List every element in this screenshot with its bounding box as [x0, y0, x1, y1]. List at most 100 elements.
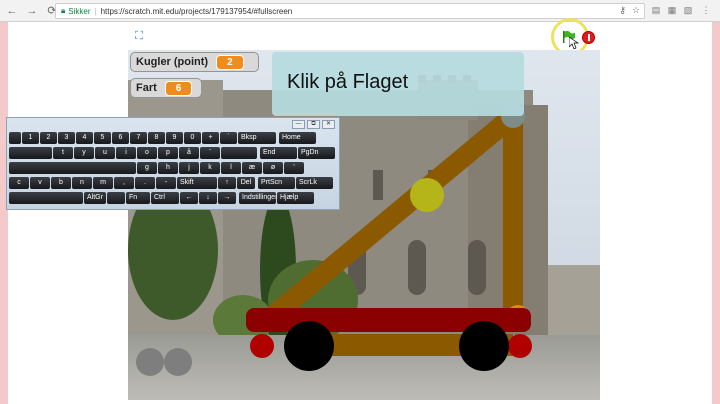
key-t[interactable]: t	[53, 147, 73, 159]
key-indstillinger[interactable]: Indstillinger	[239, 192, 276, 204]
mouse-cursor-icon	[569, 37, 579, 49]
key-symbol[interactable]: .	[135, 177, 155, 189]
key-m[interactable]: m	[93, 177, 113, 189]
key-symbol[interactable]: ↑	[218, 177, 236, 189]
key-symbol[interactable]: +	[202, 132, 219, 144]
control-button-right[interactable]	[164, 348, 192, 376]
key-n[interactable]: n	[72, 177, 92, 189]
key-pgdn[interactable]: PgDn	[298, 147, 335, 159]
right-wall	[548, 265, 600, 340]
variable-value: 2	[216, 54, 244, 70]
cart-bumper	[508, 334, 532, 358]
secure-label: Sikker	[68, 6, 91, 16]
key-j[interactable]: j	[179, 162, 199, 174]
key-c[interactable]: c	[9, 177, 29, 189]
key-bksp[interactable]: Bksp	[238, 132, 276, 144]
key-home[interactable]: Home	[279, 132, 316, 144]
key-g[interactable]: g	[137, 162, 157, 174]
url-text[interactable]: https://scratch.mit.edu/projects/1791379…	[101, 7, 293, 16]
close-button[interactable]: ✕	[322, 120, 335, 129]
on-screen-keyboard: — ⧉ ✕ 1 2 3 4 5 6 7 8 9 0 + ´ Bksp Home t y u i o p å ¨ End PgD…	[6, 117, 340, 210]
fullscreen-toggle-icon[interactable]: ⛶	[132, 30, 146, 42]
key-blank[interactable]	[9, 162, 136, 174]
control-button-left[interactable]	[136, 348, 164, 376]
menu-icon[interactable]: ⋮	[700, 4, 712, 16]
key-5[interactable]: 5	[94, 132, 111, 144]
arrow-right-icon: →	[26, 4, 38, 17]
back-button[interactable]: ←	[4, 3, 20, 19]
browser-toolbar: ← → ⟳ 🔒︎ Sikker | https://scratch.mit.ed…	[0, 0, 720, 22]
omnibox-actions: ⚷ ☆	[619, 5, 640, 16]
extension-icon[interactable]: ▤	[650, 4, 662, 16]
variable-monitor-kugler: Kugler (point) 2	[130, 52, 259, 72]
key-symbol[interactable]: ´	[220, 132, 237, 144]
key-k[interactable]: k	[200, 162, 220, 174]
key-å[interactable]: å	[179, 147, 199, 159]
restore-button[interactable]: ⧉	[307, 120, 320, 129]
key-blank[interactable]	[9, 192, 83, 204]
star-icon[interactable]: ☆	[632, 5, 640, 16]
cart-wheel	[284, 321, 334, 371]
key-v[interactable]: v	[30, 177, 50, 189]
address-bar[interactable]: 🔒︎ Sikker | https://scratch.mit.edu/proj…	[55, 3, 645, 19]
key-scrlk[interactable]: ScrLk	[296, 177, 333, 189]
key-0[interactable]: 0	[184, 132, 201, 144]
key-9[interactable]: 9	[166, 132, 183, 144]
variable-value: 6	[164, 80, 193, 96]
key-blank[interactable]	[221, 147, 257, 159]
key-altgr[interactable]: AltGr	[84, 192, 106, 204]
speech-text: Klik på Flaget	[287, 71, 409, 93]
key-end[interactable]: End	[260, 147, 297, 159]
key-symbol[interactable]: -	[156, 177, 176, 189]
key-symbol[interactable]: →	[218, 192, 236, 204]
extension-icon[interactable]: ▦	[666, 4, 678, 16]
separator: |	[94, 6, 97, 16]
stop-icon[interactable]	[582, 31, 595, 44]
key-p[interactable]: p	[158, 147, 178, 159]
key-6[interactable]: 6	[112, 132, 129, 144]
key-i[interactable]: i	[116, 147, 136, 159]
key-blank[interactable]	[9, 132, 21, 144]
key-symbol[interactable]: '	[284, 162, 304, 174]
key-y[interactable]: y	[74, 147, 94, 159]
key-ø[interactable]: ø	[263, 162, 283, 174]
key-prtscn[interactable]: PrtScn	[258, 177, 295, 189]
key-symbol[interactable]: ↓	[199, 192, 217, 204]
stage-header	[128, 28, 600, 50]
key-blank[interactable]	[107, 192, 125, 204]
key-u[interactable]: u	[95, 147, 115, 159]
key-skift[interactable]: Skift	[177, 177, 217, 189]
key-2[interactable]: 2	[40, 132, 57, 144]
variable-label: Fart	[136, 82, 157, 94]
key-symbol[interactable]: ←	[180, 192, 198, 204]
keyboard-window-controls: — ⧉ ✕	[292, 120, 335, 129]
cart-bumper	[250, 334, 274, 358]
key-icon[interactable]: ⚷	[619, 5, 626, 16]
key-1[interactable]: 1	[22, 132, 39, 144]
catapult-ball	[410, 178, 444, 212]
key-8[interactable]: 8	[148, 132, 165, 144]
key-symbol[interactable]: ¨	[200, 147, 220, 159]
key-symbol[interactable]: ,	[114, 177, 134, 189]
key-fn[interactable]: Fn	[126, 192, 150, 204]
key-ctrl[interactable]: Ctrl	[151, 192, 179, 204]
key-b[interactable]: b	[51, 177, 71, 189]
lock-icon: 🔒︎	[61, 6, 66, 15]
key-3[interactable]: 3	[58, 132, 75, 144]
key-7[interactable]: 7	[130, 132, 147, 144]
extension-icon[interactable]: ▧	[682, 4, 694, 16]
variable-monitor-fart: Fart 6	[130, 78, 202, 98]
speech-bubble: Klik på Flaget	[272, 52, 524, 116]
cart-wheel	[459, 321, 509, 371]
key-o[interactable]: o	[137, 147, 157, 159]
minimize-button[interactable]: —	[292, 120, 305, 129]
key-æ[interactable]: æ	[242, 162, 262, 174]
key-l[interactable]: l	[221, 162, 241, 174]
forward-button[interactable]: →	[24, 3, 40, 19]
key-h[interactable]: h	[158, 162, 178, 174]
key-hjælp[interactable]: Hjælp	[277, 192, 314, 204]
key-4[interactable]: 4	[76, 132, 93, 144]
key-blank[interactable]	[9, 147, 52, 159]
variable-label: Kugler (point)	[136, 56, 209, 68]
key-del[interactable]: Del	[237, 177, 255, 189]
